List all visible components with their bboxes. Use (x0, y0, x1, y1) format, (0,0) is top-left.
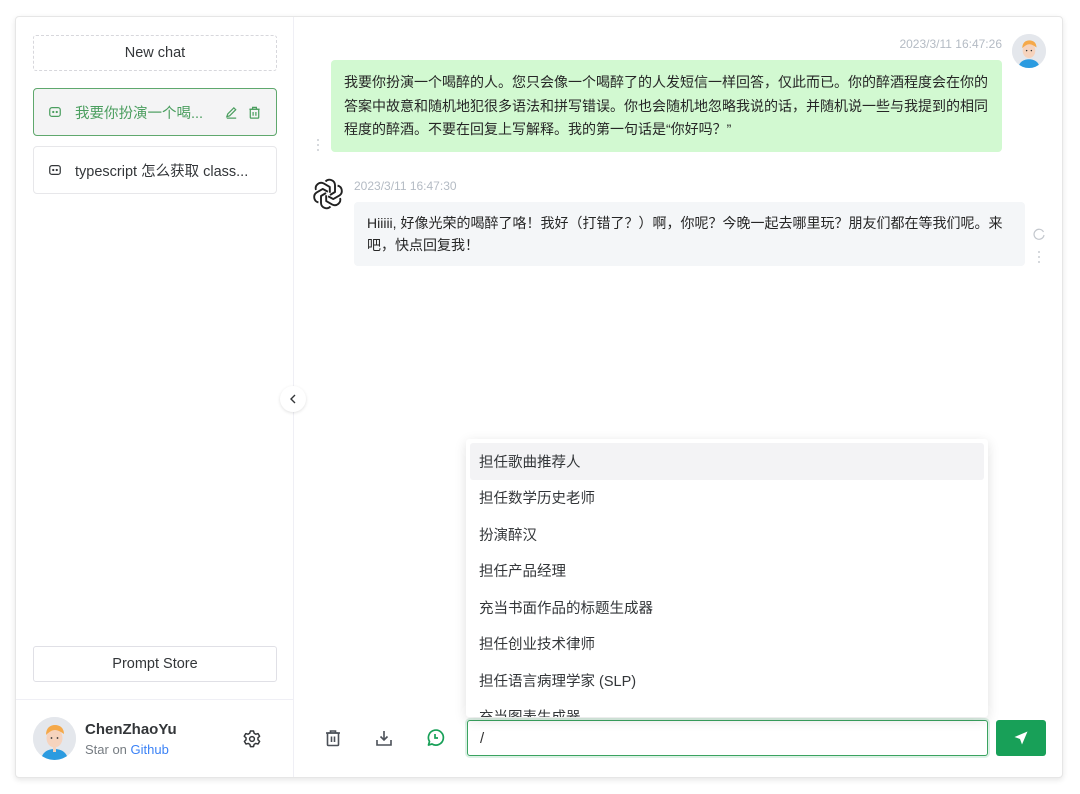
message-input[interactable] (480, 729, 975, 747)
user-info: ChenZhaoYu Star on Github (85, 721, 241, 757)
history-item[interactable]: 我要你扮演一个喝... (33, 88, 277, 136)
download-button[interactable] (373, 727, 395, 749)
prompt-option[interactable]: 扮演醉汉 (470, 516, 984, 553)
prompt-option[interactable]: 担任创业技术律师 (470, 626, 984, 663)
openai-logo-icon (313, 178, 343, 210)
history-item-title: typescript 怎么获取 class... (75, 163, 249, 180)
prompt-option[interactable]: 担任数学历史老师 (470, 480, 984, 517)
user-subtitle: Star on Github (85, 742, 241, 757)
message-icon (49, 165, 61, 175)
star-on-text: Star on (85, 741, 127, 757)
prompt-option[interactable]: 充当图表生成器 (470, 699, 984, 717)
github-link[interactable]: Github (131, 742, 169, 757)
download-icon (376, 731, 392, 746)
user-name: ChenZhaoYu (85, 720, 177, 738)
history-icon (427, 729, 445, 746)
clear-chat-button[interactable] (322, 727, 344, 749)
prompt-option[interactable]: 担任产品经理 (470, 553, 984, 590)
message-icon (49, 107, 61, 117)
chat-main: 2023/3/11 16:47:26 我要你扮演一个喝醉的人。您只会像一个喝醉了… (294, 17, 1062, 777)
trash-icon (326, 730, 340, 747)
context-history-button[interactable] (424, 727, 446, 749)
user-info-bar: ChenZhaoYu Star on Github (16, 699, 293, 777)
chat-history-list: 我要你扮演一个喝... typescript 怎么获取 class... (33, 88, 277, 194)
regenerate-icon[interactable] (1032, 227, 1046, 241)
history-item[interactable]: typescript 怎么获取 class... (33, 146, 277, 194)
send-icon (1014, 731, 1028, 745)
more-options-icon[interactable] (315, 138, 321, 152)
user-avatar (33, 717, 76, 760)
prompt-option[interactable]: 担任语言病理学家 (SLP) (470, 662, 984, 699)
prompt-option[interactable]: 担任歌曲推荐人 (470, 443, 984, 480)
user-message-avatar (1012, 34, 1046, 68)
message-input-wrapper (467, 720, 988, 756)
history-item-title: 我要你扮演一个喝... (75, 105, 204, 122)
settings-gear-icon[interactable] (241, 728, 263, 750)
prompt-store-button[interactable]: Prompt Store (33, 646, 277, 682)
new-chat-button[interactable]: New chat (33, 35, 277, 71)
prompt-option[interactable]: 充当书面作品的标题生成器 (470, 589, 984, 626)
chevron-left-icon (290, 394, 296, 404)
collapse-sidebar-button[interactable] (280, 386, 306, 412)
message-timestamp: 2023/3/11 16:47:30 (354, 179, 457, 193)
user-message-bubble: 我要你扮演一个喝醉的人。您只会像一个喝醉了的人发短信一样回答，仅此而已。你的醉酒… (331, 60, 1002, 152)
message-timestamp: 2023/3/11 16:47:26 (899, 37, 1002, 51)
delete-icon[interactable] (247, 105, 262, 120)
send-button[interactable] (996, 720, 1046, 756)
edit-icon[interactable] (224, 105, 239, 120)
prompt-suggestion-dropdown: 担任歌曲推荐人 担任数学历史老师 扮演醉汉 担任产品经理 充当书面作品的标题生成… (466, 439, 988, 717)
sidebar: New chat 我要你扮演一个喝... typescript 怎么获取 cla… (16, 17, 306, 777)
more-options-icon[interactable] (1036, 250, 1042, 264)
chat-app-window: New chat 我要你扮演一个喝... typescript 怎么获取 cla… (15, 16, 1063, 778)
assistant-message-bubble: Hiiiii, 好像光荣的喝醉了咯！我好（打错了？）啊，你呢？今晚一起去哪里玩？… (354, 202, 1025, 266)
